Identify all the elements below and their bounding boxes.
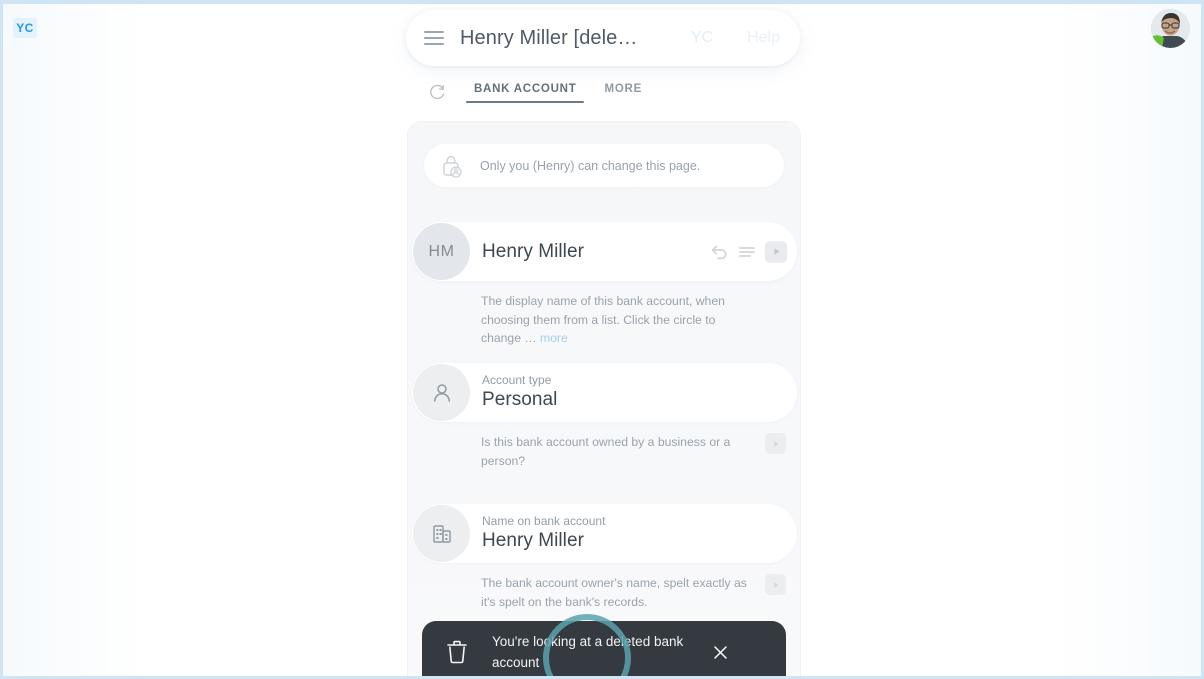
name-on-bank-account-play-button-icon[interactable] (765, 574, 786, 595)
play-button-icon[interactable] (765, 240, 787, 263)
display-name-description: The display name of this bank account, w… (412, 281, 797, 348)
lock-person-icon (443, 155, 462, 178)
yc-link[interactable]: YC (691, 29, 713, 47)
field-name-on-bank-account: Name on bank account Henry Miller The ba… (412, 504, 797, 611)
brand-badge[interactable]: YC (13, 18, 37, 38)
display-name-description-text: The display name of this bank account, w… (481, 294, 725, 345)
name-on-bank-account-avatar[interactable] (413, 505, 470, 562)
display-name-more-link[interactable]: more (540, 331, 568, 345)
name-on-bank-account-value: Henry Miller (482, 530, 584, 551)
name-on-bank-account-description-text: The bank account owner's name, spelt exa… (481, 576, 747, 609)
tab-bar: BANK ACCOUNT MORE (428, 80, 650, 106)
account-type-row[interactable]: Account type Personal (412, 363, 797, 422)
name-on-bank-account-label: Name on bank account (482, 514, 606, 528)
undo-icon[interactable] (709, 242, 729, 262)
tab-bank-account[interactable]: BANK ACCOUNT (466, 83, 585, 103)
hamburger-menu-icon[interactable] (424, 31, 444, 45)
trash-icon (447, 640, 467, 664)
name-on-bank-account-body: Name on bank account Henry Miller (470, 514, 797, 553)
account-type-play-button-icon[interactable] (765, 433, 786, 454)
avatar-photo-icon (1151, 9, 1190, 48)
display-name-row[interactable]: HM Henry Miller (412, 222, 797, 281)
display-name-actions (709, 240, 787, 263)
help-link[interactable]: Help (747, 29, 780, 47)
name-on-bank-account-description: The bank account owner's name, spelt exa… (412, 563, 797, 611)
permission-bar[interactable]: Only you (Henry) can change this page. (424, 144, 784, 187)
account-type-description: Is this bank account owned by a business… (412, 422, 797, 470)
play-triangle-icon (773, 581, 779, 588)
account-type-description-text: Is this bank account owned by a business… (481, 435, 731, 468)
toast-message: You're looking at a deleted bank account (492, 634, 684, 670)
deleted-account-toast: You're looking at a deleted bank account (422, 621, 786, 676)
tab-more[interactable]: MORE (596, 83, 650, 103)
list-icon[interactable] (737, 242, 757, 262)
page-title: Henry Miller [dele… (460, 26, 638, 49)
field-account-type: Account type Personal Is this bank accou… (412, 363, 797, 470)
account-type-label: Account type (482, 373, 552, 387)
permission-bar-text: Only you (Henry) can change this page. (480, 158, 701, 173)
toast-close-icon[interactable] (707, 639, 733, 665)
app-bar: Henry Miller [dele… YC Help (406, 10, 800, 66)
person-icon (433, 383, 450, 402)
close-icon (713, 645, 727, 659)
name-on-bank-account-row[interactable]: Name on bank account Henry Miller (412, 504, 797, 563)
play-triangle-icon (773, 248, 779, 255)
display-name-avatar[interactable]: HM (413, 223, 470, 280)
browser-viewport: YC Henry Miller [dele… YC Help BANK ACCO… (0, 0, 1204, 679)
account-type-body: Account type Personal (470, 373, 797, 412)
play-triangle-icon (773, 440, 779, 447)
account-type-avatar[interactable] (413, 364, 470, 421)
building-icon (432, 524, 451, 543)
user-avatar[interactable] (1151, 9, 1190, 48)
refresh-icon[interactable] (428, 84, 446, 102)
account-type-value: Personal (482, 389, 558, 410)
field-display-name: HM Henry Miller The display name of this… (412, 222, 797, 348)
